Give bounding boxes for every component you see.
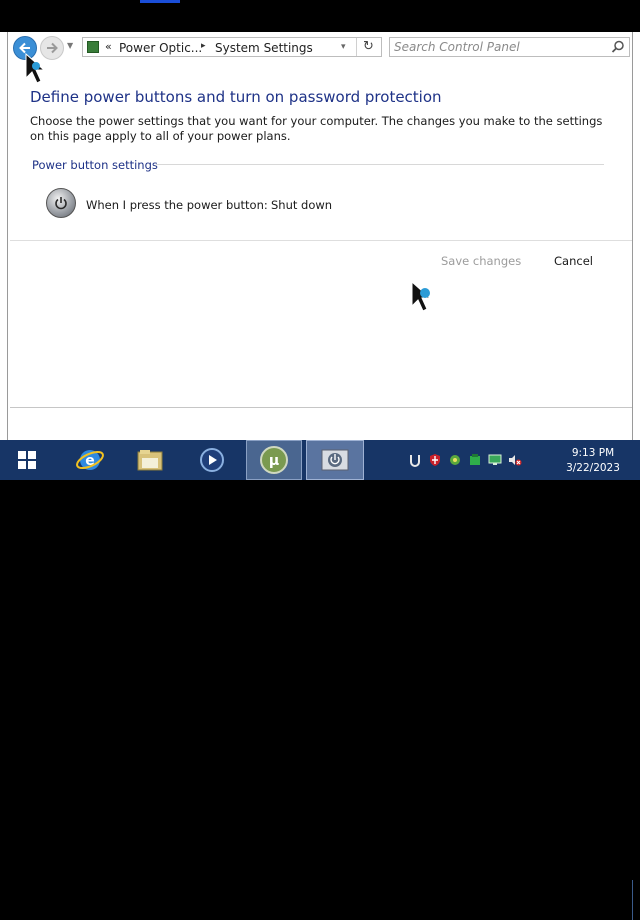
recent-pages-dropdown-icon[interactable]: ▼ (67, 41, 73, 50)
window-right-frame (632, 32, 640, 440)
address-divider (356, 38, 357, 56)
section-label: Power button settings (32, 158, 158, 172)
window-top-strip (0, 0, 640, 32)
utorrent-icon: µ (260, 446, 288, 474)
show-desktop-button[interactable] (632, 880, 640, 920)
windows-logo-icon (18, 451, 36, 469)
clock-time: 9:13 PM (571, 447, 615, 459)
power-symbol-icon (55, 197, 67, 210)
page-description: Choose the power settings that you want … (30, 114, 603, 143)
search-box[interactable] (389, 37, 630, 57)
power-options-taskbar-button[interactable] (306, 440, 364, 480)
breadcrumb-power-options[interactable]: Power Optic... (119, 41, 202, 55)
media-player-icon (200, 448, 224, 472)
actions-divider (10, 240, 632, 241)
control-panel-folder-icon (87, 41, 99, 53)
refresh-icon[interactable]: ↻ (363, 39, 374, 54)
title-highlight (140, 0, 180, 3)
volume-muted-icon[interactable] (508, 452, 522, 466)
internet-explorer-taskbar-button[interactable]: e (70, 440, 110, 480)
breadcrumb-overflow[interactable]: « (105, 40, 112, 53)
internet-explorer-icon: e (76, 450, 104, 470)
save-changes-button[interactable]: Save changes (441, 254, 521, 268)
control-panel-window: ▼ « Power Optic... ▸ System Settings ▾ ↻… (0, 0, 640, 440)
green-app-icon[interactable] (468, 452, 482, 466)
breadcrumb-separator-icon[interactable]: ▸ (201, 41, 206, 51)
address-bar[interactable]: « Power Optic... ▸ System Settings ▾ ↻ (82, 37, 382, 57)
status-divider (10, 407, 632, 408)
taskbar-clock[interactable]: 9:13 PM 3/22/2023 (560, 446, 626, 476)
mouse-cursor-icon (411, 280, 432, 312)
utorrent-tray-icon[interactable] (408, 452, 422, 467)
power-button-icon (46, 188, 76, 218)
svg-text:µ: µ (269, 453, 279, 469)
mouse-cursor-icon (25, 52, 46, 84)
cancel-button[interactable]: Cancel (554, 254, 593, 268)
file-explorer-icon (137, 450, 163, 471)
taskbar: e µ (0, 440, 640, 920)
power-options-icon (321, 449, 349, 471)
monitor-icon[interactable] (488, 452, 502, 466)
page-title: Define power buttons and turn on passwor… (30, 88, 442, 106)
system-tray (408, 452, 522, 467)
security-shield-icon[interactable] (428, 452, 442, 466)
file-explorer-taskbar-button[interactable] (130, 440, 170, 480)
address-dropdown-icon[interactable]: ▾ (341, 42, 346, 52)
power-button-action-value: Shut down (271, 198, 333, 212)
network-icon[interactable] (448, 452, 462, 466)
power-button-label: When I press the power button: (86, 198, 268, 212)
utorrent-taskbar-button[interactable]: µ (246, 440, 302, 480)
navigation-bar: ▼ « Power Optic... ▸ System Settings ▾ ↻ (8, 32, 632, 62)
breadcrumb-system-settings[interactable]: System Settings (215, 41, 313, 55)
media-player-taskbar-button[interactable] (190, 440, 234, 480)
section-divider (156, 164, 604, 165)
search-icon[interactable] (611, 40, 625, 54)
start-button[interactable] (10, 440, 44, 480)
clock-date: 3/22/2023 (566, 462, 620, 474)
window-left-frame (0, 32, 8, 440)
search-input[interactable] (394, 39, 599, 55)
